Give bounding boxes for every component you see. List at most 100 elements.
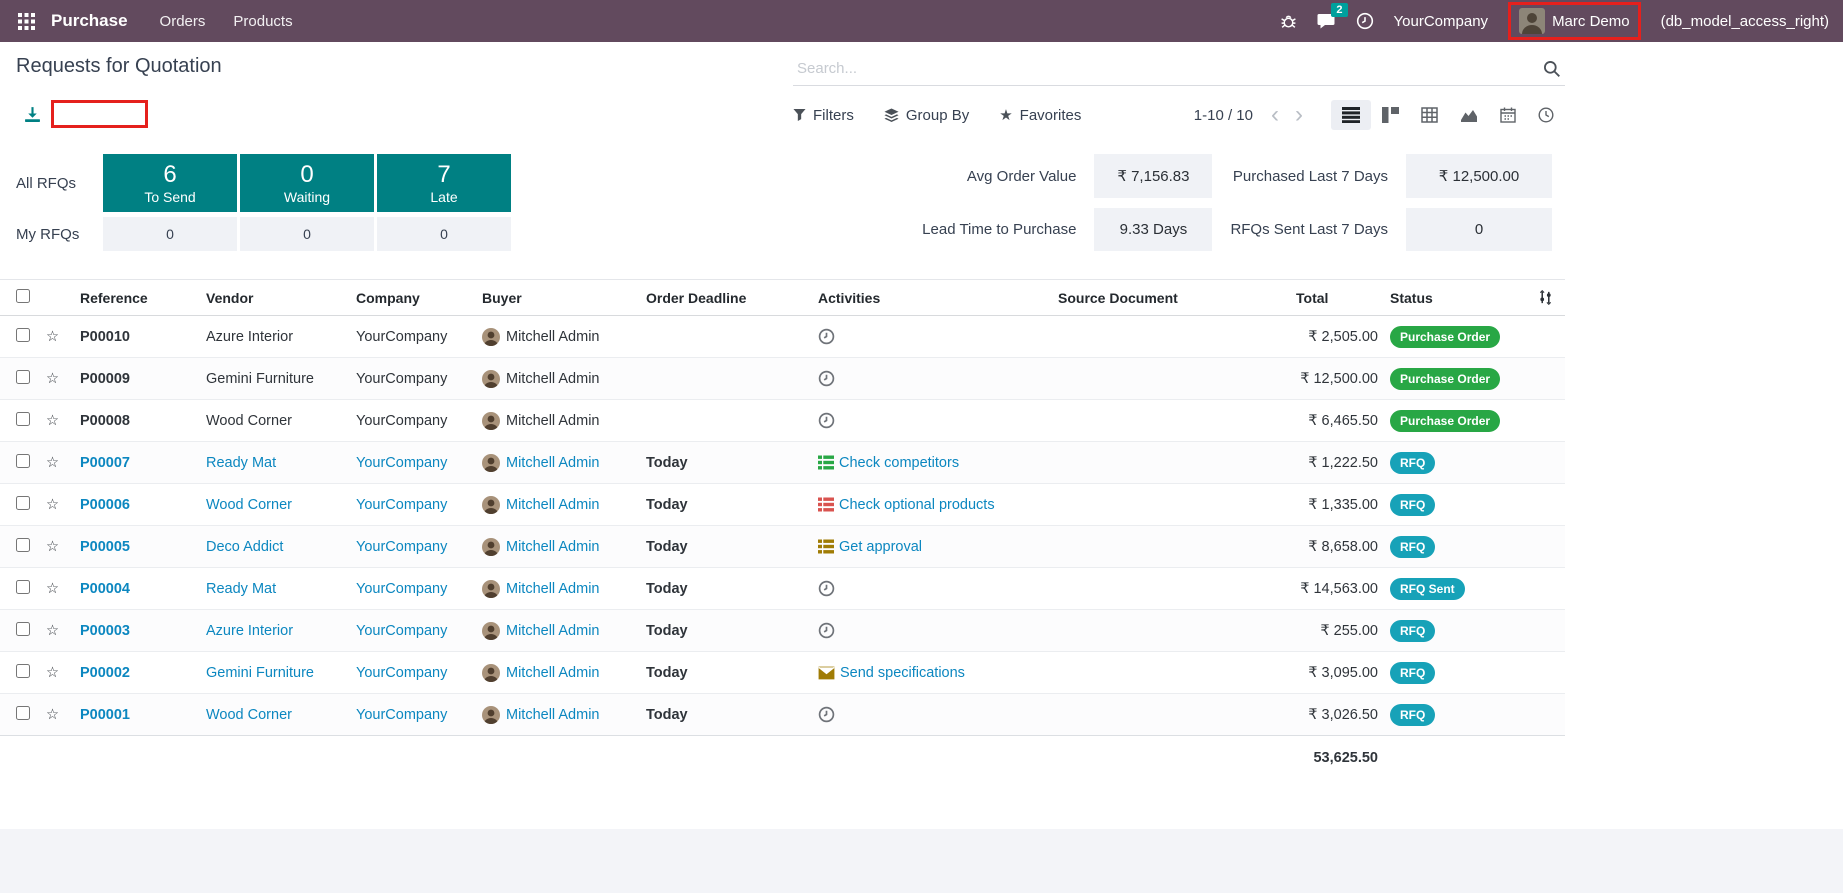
company-cell[interactable]: YourCompany: [350, 357, 476, 400]
source-document-cell[interactable]: [1052, 399, 1290, 442]
row-checkbox[interactable]: [16, 369, 30, 384]
kanban-view-button[interactable]: [1371, 100, 1410, 130]
buyer-cell[interactable]: Mitchell Admin: [476, 567, 640, 610]
company-cell[interactable]: YourCompany: [350, 651, 476, 694]
buyer-cell[interactable]: Mitchell Admin: [476, 609, 640, 652]
source-document-cell[interactable]: [1052, 651, 1290, 694]
pager-previous-icon[interactable]: ‹: [1265, 103, 1285, 127]
row-checkbox[interactable]: [16, 453, 30, 468]
order-deadline-cell[interactable]: [640, 399, 812, 442]
column-header-vendor[interactable]: Vendor: [200, 279, 350, 316]
buyer-cell[interactable]: Mitchell Admin: [476, 483, 640, 526]
search-input[interactable]: Search...: [793, 52, 1565, 86]
activities-clock-icon[interactable]: [1356, 12, 1374, 30]
reference-cell[interactable]: P00008: [74, 399, 200, 442]
reference-cell[interactable]: P00004: [74, 567, 200, 610]
app-name[interactable]: Purchase: [51, 11, 128, 31]
select-all-checkbox[interactable]: [16, 289, 30, 303]
activities-cell[interactable]: Get approval: [812, 525, 1052, 568]
buyer-cell[interactable]: Mitchell Admin: [476, 357, 640, 400]
reference-cell[interactable]: P00009: [74, 357, 200, 400]
buyer-cell[interactable]: Mitchell Admin: [476, 525, 640, 568]
total-cell[interactable]: ₹ 255.00: [1290, 609, 1384, 652]
reference-cell[interactable]: P00003: [74, 609, 200, 652]
source-document-cell[interactable]: [1052, 525, 1290, 568]
row-checkbox[interactable]: [16, 495, 30, 510]
activity-clock-icon[interactable]: [818, 622, 835, 639]
order-deadline-cell[interactable]: Today: [640, 609, 812, 652]
vendor-cell[interactable]: Azure Interior: [200, 315, 350, 358]
kpi-box[interactable]: 0 Waiting: [240, 154, 374, 212]
table-row[interactable]: ☆ P00003 Azure Interior YourCompany Mitc…: [0, 609, 1565, 652]
order-deadline-cell[interactable]: Today: [640, 567, 812, 610]
order-deadline-cell[interactable]: Today: [640, 441, 812, 484]
table-row[interactable]: ☆ P00005 Deco Addict YourCompany Mitchel…: [0, 525, 1565, 568]
activity-clock-icon[interactable]: [818, 412, 835, 429]
export-download-icon[interactable]: [24, 106, 41, 123]
source-document-cell[interactable]: [1052, 441, 1290, 484]
total-cell[interactable]: ₹ 14,563.00: [1290, 567, 1384, 610]
column-header-buyer[interactable]: Buyer: [476, 279, 640, 316]
total-cell[interactable]: ₹ 8,658.00: [1290, 525, 1384, 568]
vendor-cell[interactable]: Wood Corner: [200, 399, 350, 442]
activities-cell[interactable]: [812, 567, 1052, 610]
source-document-cell[interactable]: [1052, 315, 1290, 358]
messages-icon[interactable]: 2: [1317, 3, 1348, 30]
activity-label[interactable]: Send specifications: [840, 665, 965, 681]
column-header-company[interactable]: Company: [350, 279, 476, 316]
source-document-cell[interactable]: [1052, 483, 1290, 526]
buyer-cell[interactable]: Mitchell Admin: [476, 651, 640, 694]
favorite-star-icon[interactable]: ☆: [40, 609, 74, 652]
favorite-star-icon[interactable]: ☆: [40, 315, 74, 358]
table-row[interactable]: ☆ P00006 Wood Corner YourCompany Mitchel…: [0, 483, 1565, 526]
favorite-star-icon[interactable]: ☆: [40, 483, 74, 526]
favorite-star-icon[interactable]: ☆: [40, 525, 74, 568]
vendor-cell[interactable]: Ready Mat: [200, 441, 350, 484]
source-document-cell[interactable]: [1052, 567, 1290, 610]
vendor-cell[interactable]: Ready Mat: [200, 567, 350, 610]
favorite-star-icon[interactable]: ☆: [40, 693, 74, 736]
vendor-cell[interactable]: Deco Addict: [200, 525, 350, 568]
row-checkbox[interactable]: [16, 621, 30, 636]
activities-cell[interactable]: Send specifications: [812, 651, 1052, 694]
total-cell[interactable]: ₹ 12,500.00: [1290, 357, 1384, 400]
reference-cell[interactable]: P00010: [74, 315, 200, 358]
company-cell[interactable]: YourCompany: [350, 693, 476, 736]
graph-view-button[interactable]: [1449, 100, 1489, 130]
reference-cell[interactable]: P00007: [74, 441, 200, 484]
column-header-activities[interactable]: Activities: [812, 279, 1052, 316]
total-cell[interactable]: ₹ 2,505.00: [1290, 315, 1384, 358]
activity-label[interactable]: Check optional products: [839, 497, 995, 513]
buyer-cell[interactable]: Mitchell Admin: [476, 441, 640, 484]
activity-list-icon[interactable]: [818, 497, 834, 512]
column-header-reference[interactable]: Reference: [74, 279, 200, 316]
reference-cell[interactable]: P00006: [74, 483, 200, 526]
order-deadline-cell[interactable]: Today: [640, 483, 812, 526]
favorite-star-icon[interactable]: ☆: [40, 651, 74, 694]
favorite-star-icon[interactable]: ☆: [40, 441, 74, 484]
order-deadline-cell[interactable]: [640, 315, 812, 358]
reference-cell[interactable]: P00001: [74, 693, 200, 736]
column-header-order-deadline[interactable]: Order Deadline: [640, 279, 812, 316]
topbar-menu-item[interactable]: Products: [219, 13, 306, 30]
source-document-cell[interactable]: [1052, 357, 1290, 400]
activity-envelope-icon[interactable]: [818, 665, 835, 680]
reference-cell[interactable]: P00002: [74, 651, 200, 694]
activities-cell[interactable]: Check competitors: [812, 441, 1052, 484]
vendor-cell[interactable]: Wood Corner: [200, 483, 350, 526]
table-row[interactable]: ☆ P00002 Gemini Furniture YourCompany Mi…: [0, 651, 1565, 694]
activity-clock-icon[interactable]: [818, 580, 835, 597]
list-view-button[interactable]: [1331, 100, 1371, 130]
table-row[interactable]: ☆ P00010 Azure Interior YourCompany Mitc…: [0, 315, 1565, 358]
table-row[interactable]: ☆ P00008 Wood Corner YourCompany Mitchel…: [0, 399, 1565, 442]
total-cell[interactable]: ₹ 1,222.50: [1290, 441, 1384, 484]
activity-label[interactable]: Check competitors: [839, 455, 959, 471]
company-cell[interactable]: YourCompany: [350, 609, 476, 652]
company-cell[interactable]: YourCompany: [350, 525, 476, 568]
favorites-button[interactable]: ★ Favorites: [999, 106, 1081, 125]
search-icon[interactable]: [1543, 60, 1561, 78]
pager-next-icon[interactable]: ›: [1289, 103, 1309, 127]
vendor-cell[interactable]: Gemini Furniture: [200, 651, 350, 694]
company-cell[interactable]: YourCompany: [350, 399, 476, 442]
topbar-menu-item[interactable]: Orders: [146, 13, 220, 30]
